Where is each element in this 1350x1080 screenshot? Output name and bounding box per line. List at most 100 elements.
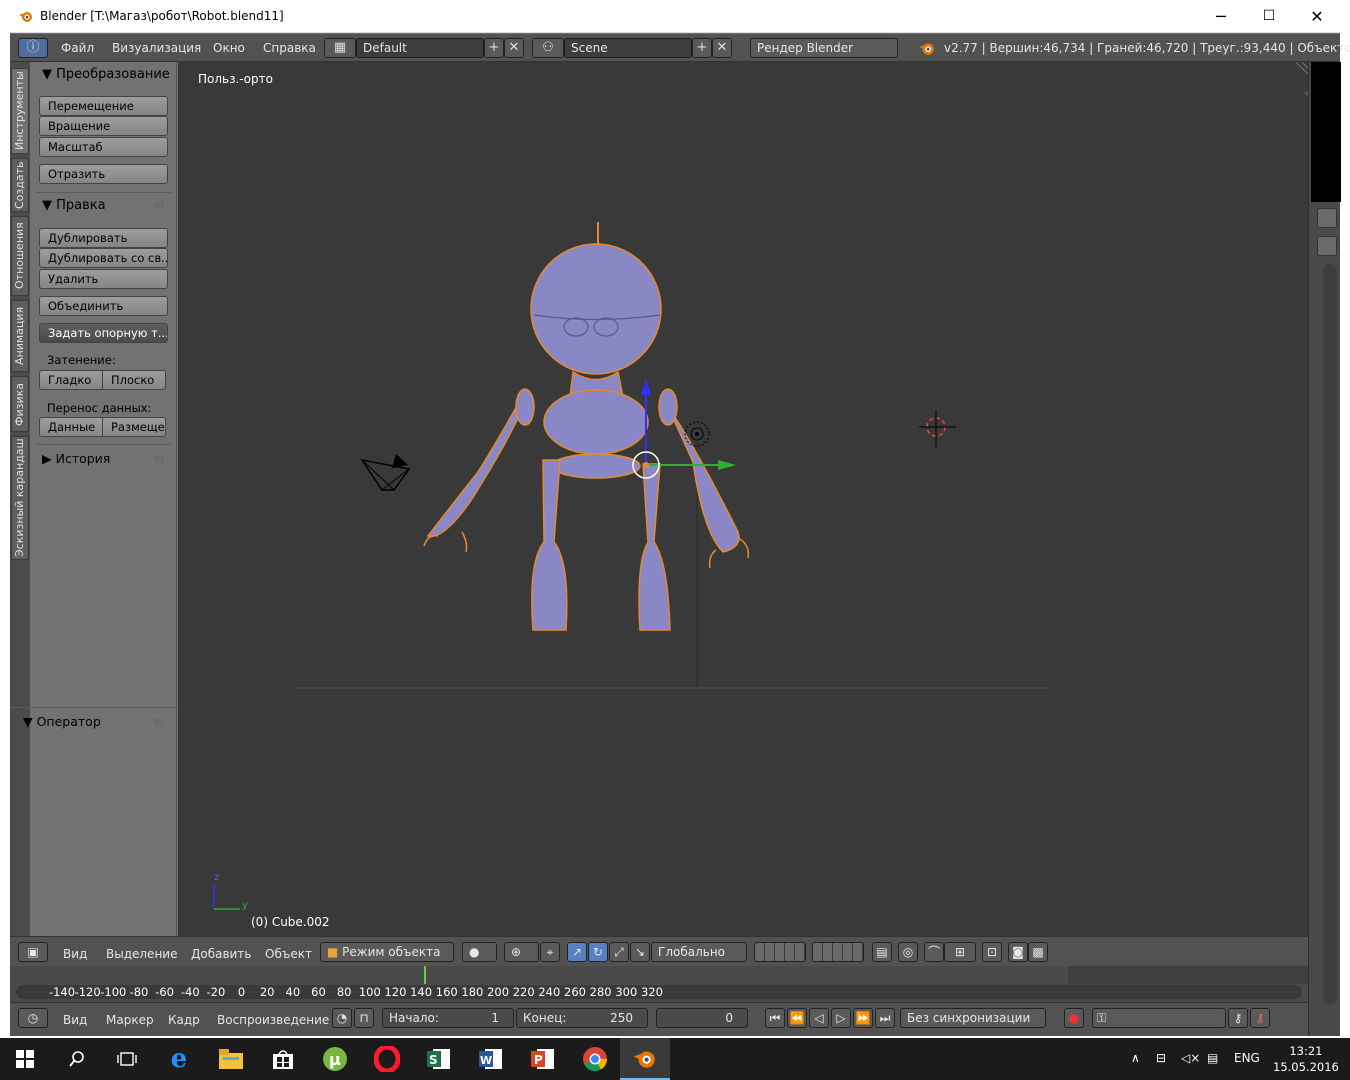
preview-range-icon[interactable]: ◔ [332,1008,352,1028]
maximize-button[interactable]: ☐ [1246,0,1292,33]
task-view-icon[interactable] [102,1038,152,1080]
remove-scene-icon[interactable]: ✕ [712,38,732,58]
current-frame-marker[interactable] [424,966,426,984]
menu-help[interactable]: Справка [263,41,316,55]
lock-layers-icon[interactable]: ▤ [872,942,892,962]
shade-flat-button[interactable]: Плоско [102,370,166,390]
file-explorer-icon[interactable] [206,1038,256,1080]
panel-transform-header[interactable]: ▼ Преобразование [42,67,170,82]
panel-edit-header[interactable]: ▼ Правка [42,198,106,213]
translate-button[interactable]: Перемещение [39,96,168,116]
join-button[interactable]: Объединить [39,296,168,316]
screen-layout-field[interactable]: Default [356,38,484,58]
delete-keyframe-icon[interactable]: ⚷ [1250,1008,1270,1028]
panel-drag-handle[interactable]: ⁝⁝⁝ [154,454,164,465]
record-icon[interactable]: ● [1064,1008,1084,1028]
layers-grid-1[interactable] [754,942,806,962]
network-icon[interactable]: ⊟ [1156,1051,1166,1065]
clock[interactable]: 13:21 15.05.2016 [1273,1043,1339,1075]
render-properties-icon[interactable] [1317,208,1337,228]
transform-orientation-select[interactable]: Глобально [651,942,747,962]
render-engine-select[interactable]: Рендер Blender [750,38,898,58]
delete-button[interactable]: Удалить [39,269,168,289]
scene-icon[interactable]: ⚇ [532,38,564,58]
minimize-button[interactable]: ─ [1198,0,1244,33]
play-icon[interactable]: ▷ [831,1008,851,1028]
shade-smooth-button[interactable]: Гладко [39,370,103,390]
utorrent-icon[interactable]: µ [310,1038,360,1080]
jump-start-icon[interactable]: ⏮ [765,1008,785,1028]
pivot-point-select[interactable]: ⊕ [504,942,539,962]
3d-viewport[interactable]: Польз.-орто + z y (0) Cube.002 [178,62,1308,936]
jump-keyframe-back-icon[interactable]: ⏪ [787,1008,807,1028]
tab-animation[interactable]: Анимация [11,300,29,372]
interaction-mode-select[interactable]: ■ Режим объекта [320,942,454,962]
menu-add[interactable]: Добавить [191,947,251,961]
panel-history-header[interactable]: ▶ История [42,451,110,466]
powerpoint-icon[interactable]: P [518,1038,568,1080]
panel-operator-header[interactable]: ▼ Оператор [23,714,101,729]
jump-keyframe-forward-icon[interactable]: ⏩ [853,1008,873,1028]
translate-manipulator-icon[interactable]: ↗ [567,942,587,962]
sync-mode-select[interactable]: Без синхронизации [900,1008,1046,1028]
chrome-icon[interactable] [570,1038,620,1080]
snap-element-select[interactable]: ⊞ [944,942,976,962]
menu-render[interactable]: Визуализация [112,41,201,55]
tab-tools[interactable]: Инструменты [11,68,29,154]
properties-scrollbar[interactable] [1323,264,1337,1004]
render-animation-icon[interactable]: ▩ [1028,942,1048,962]
menu-select[interactable]: Выделение [106,947,177,961]
scale-button[interactable]: Масштаб [39,137,168,157]
snap-target-icon[interactable]: ⊡ [982,942,1002,962]
menu-playback[interactable]: Воспроизведение [217,1013,329,1027]
duplicate-linked-button[interactable]: Дублировать со св... [39,248,168,268]
proportional-edit-icon[interactable]: ◎ [898,942,918,962]
current-frame-field[interactable]: 0 [656,1008,748,1028]
mirror-button[interactable]: Отразить [39,164,168,184]
excel-icon[interactable]: S [414,1038,464,1080]
scene-field[interactable]: Scene [564,38,692,58]
editor-type-timeline-icon[interactable]: ◷ [18,1008,48,1028]
menu-view[interactable]: Вид [63,947,87,961]
word-icon[interactable]: W [466,1038,516,1080]
play-reverse-icon[interactable]: ◁ [809,1008,829,1028]
blender-taskbar-icon[interactable] [620,1038,670,1080]
render-layers-icon[interactable] [1317,236,1337,256]
panel-drag-handle[interactable]: ⁝⁝⁝ [154,717,164,728]
lock-range-icon[interactable]: ⊓ [354,1008,374,1028]
tab-relations[interactable]: Отношения [11,216,29,296]
tab-physics[interactable]: Физика [11,376,29,432]
start-button[interactable] [0,1038,50,1080]
snap-toggle-icon[interactable]: ⌒ [924,942,944,962]
menu-view[interactable]: Вид [63,1013,87,1027]
volume-icon[interactable]: ◁× [1181,1051,1200,1065]
scale-manipulator-icon[interactable]: ↘ [630,942,650,962]
menu-frame[interactable]: Кадр [168,1013,200,1027]
shading-mode-select[interactable]: ● [462,942,497,962]
duplicate-button[interactable]: Дублировать [39,228,168,248]
edge-browser-icon[interactable]: e [154,1038,204,1080]
insert-keyframe-icon[interactable]: ⚷ [1228,1008,1248,1028]
scale-manipulator-icon[interactable]: ⤢ [609,942,629,962]
frame-end-field[interactable]: Конец: 250 [516,1008,648,1028]
frame-start-field[interactable]: Начало: 1 [382,1008,514,1028]
remove-layout-icon[interactable]: ✕ [504,38,524,58]
tab-grease-pencil[interactable]: Эскизный карандаш [11,436,29,560]
data-transfer-button[interactable]: Данные [39,417,103,437]
panel-drag-handle[interactable]: ⁝⁝⁝ [154,201,164,212]
add-scene-icon[interactable]: + [692,38,712,58]
keying-set-field[interactable]: ⚿ [1092,1008,1226,1028]
manipulator-icon[interactable]: ⌖ [540,942,560,962]
editor-type-3d-icon[interactable]: ▣ [18,942,48,962]
data-layout-button[interactable]: Размещен [102,417,166,437]
rotate-manipulator-icon[interactable]: ↻ [588,942,608,962]
close-button[interactable]: ✕ [1294,0,1340,33]
timeline[interactable]: -140 -120 -100 -80 -60 -40 -20 0 20 40 60 80 100 120 1… [10,966,1308,1002]
render-still-icon[interactable]: ◙ [1008,942,1028,962]
editor-type-info-icon[interactable]: ⓘ [18,38,48,58]
notifications-icon[interactable]: ▤ [1207,1051,1218,1065]
store-icon[interactable] [258,1038,308,1080]
layers-grid-2[interactable] [812,942,864,962]
jump-end-icon[interactable]: ⏭ [875,1008,895,1028]
screen-layout-icon[interactable]: ▦ [324,38,356,58]
